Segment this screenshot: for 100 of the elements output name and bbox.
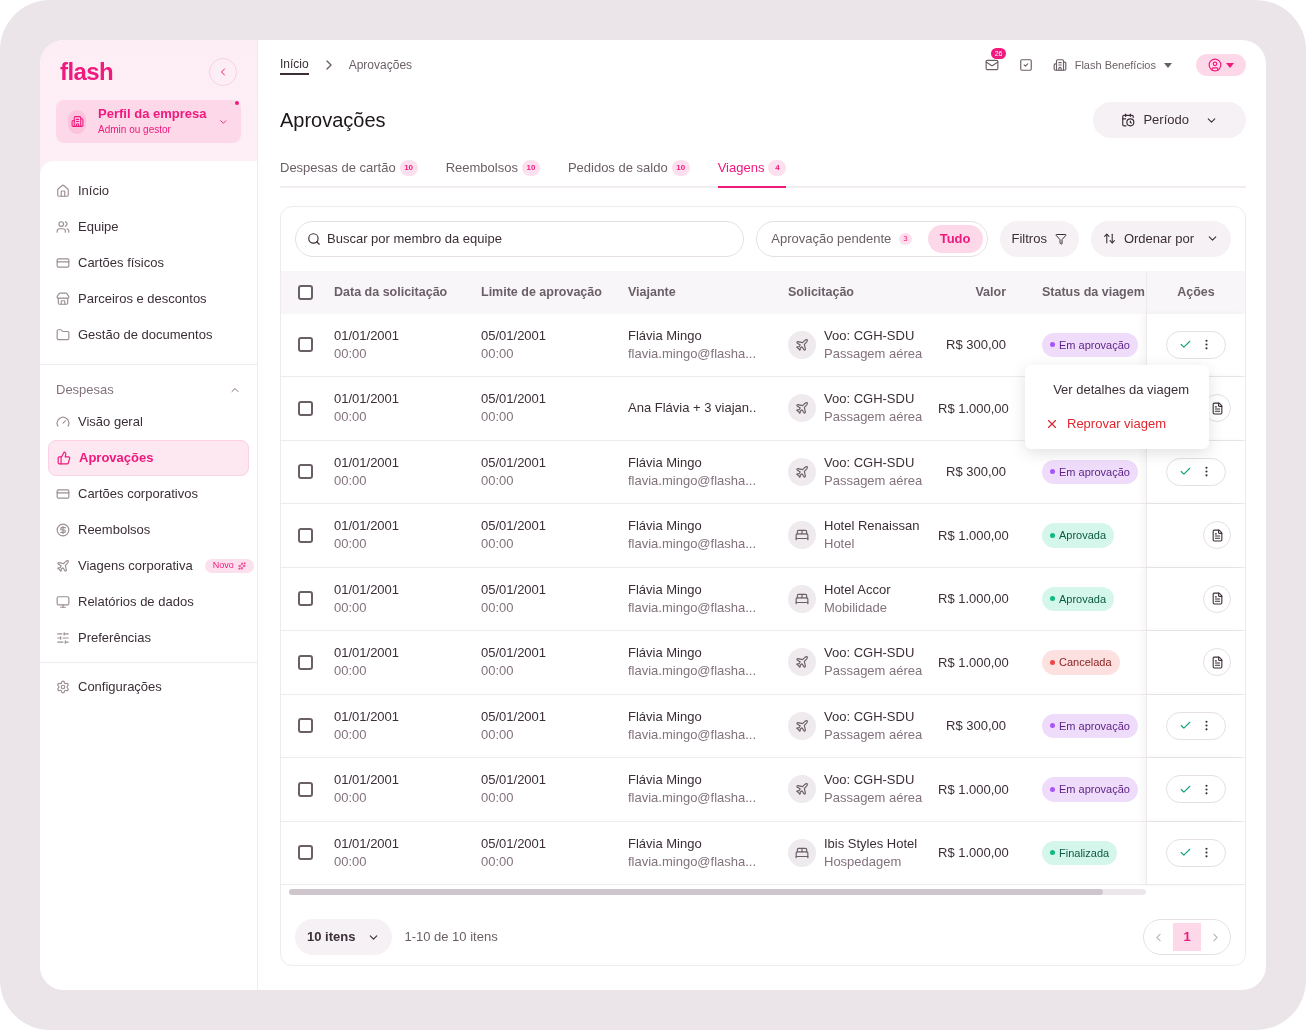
traveler-email: flavia.mingo@flasha...	[628, 725, 758, 744]
tab[interactable]: Pedidos de saldo 10	[567, 158, 690, 188]
limit-time: 00:00	[481, 344, 515, 363]
row-checkbox[interactable]	[298, 527, 313, 543]
limit-time: 00:00	[481, 471, 515, 490]
request-time: 00:00	[334, 725, 368, 744]
request-time: 00:00	[334, 598, 368, 617]
segment-option[interactable]: Aprovação pendente 3	[771, 224, 920, 253]
nav-item[interactable]: Relatórios de dados	[48, 584, 249, 620]
nav-item[interactable]: Cartões corporativos	[48, 476, 249, 512]
traveler-name: Ana Flávia + 3 viajan..	[628, 399, 758, 418]
traveler-email: flavia.mingo@flasha...	[628, 852, 758, 871]
nav-item[interactable]: Parceiros e descontos	[48, 281, 249, 317]
caret-icon	[1226, 62, 1234, 68]
calendar-icon	[1121, 113, 1136, 127]
menu-item[interactable]: Reprovar viagem	[1025, 406, 1209, 441]
traveler-name: Flávia Mingo	[628, 453, 703, 472]
user-menu-button[interactable]	[1196, 54, 1246, 76]
nav-item[interactable]: Gestão de documentos	[48, 317, 249, 353]
status-badge: Em aprovação	[1042, 459, 1138, 484]
status-badge: Cancelada	[1042, 650, 1120, 675]
request-date: 01/01/2001	[334, 834, 401, 853]
request-title: Hotel Renaissan	[824, 517, 920, 536]
limit-time: 00:00	[481, 852, 515, 871]
request-time: 00:00	[334, 535, 368, 554]
plane-icon	[788, 711, 816, 740]
traveler-email: flavia.mingo@flasha...	[628, 535, 758, 554]
tab[interactable]: Reembolsos 10	[445, 158, 540, 188]
tab[interactable]: Despesas de cartão 10	[280, 158, 418, 188]
row-checkbox[interactable]	[298, 464, 313, 480]
user-icon	[1208, 58, 1222, 72]
plane-icon	[788, 457, 816, 486]
request-type: Hotel	[824, 535, 856, 554]
bed-icon	[788, 521, 816, 550]
request-date: 01/01/2001	[334, 644, 401, 663]
request-title: Voo: CGH-SDU	[824, 707, 916, 726]
trip-value: R$ 1.000,00	[938, 654, 1009, 670]
row-checkbox[interactable]	[298, 781, 313, 797]
request-date: 01/01/2001	[334, 326, 401, 345]
trip-value: R$ 300,00	[946, 718, 1006, 733]
filters-button[interactable]: Filtros	[999, 220, 1079, 257]
row-checkbox[interactable]	[298, 337, 313, 353]
search-field[interactable]: Buscar por membro da equipe	[295, 220, 745, 257]
request-time: 00:00	[334, 789, 368, 808]
nav-item[interactable]: Aprovações	[48, 440, 249, 476]
thumbs-up-icon	[57, 451, 71, 465]
card-icon	[56, 487, 70, 501]
status-badge: Aprovada	[1042, 586, 1115, 611]
bed-icon	[788, 584, 816, 613]
status-badge: Em aprovação	[1042, 713, 1138, 738]
section-header[interactable]: Despesas	[40, 376, 257, 404]
tab[interactable]: Viagens 4	[717, 158, 787, 188]
request-title: Voo: CGH-SDU	[824, 390, 916, 409]
nav-item[interactable]: Reembolsos	[48, 512, 249, 548]
request-type: Passagem aérea	[824, 662, 923, 681]
trip-value: R$ 300,00	[946, 337, 1006, 352]
breadcrumb-current: Aprovações	[348, 57, 413, 74]
traveler-email: flavia.mingo@flasha...	[628, 344, 758, 363]
horizontal-scrollbar[interactable]	[289, 889, 1146, 895]
nav-item[interactable]: Início	[48, 173, 249, 209]
row-checkbox[interactable]	[298, 718, 313, 734]
limit-time: 00:00	[481, 408, 515, 427]
brand-logo: flash	[60, 57, 114, 87]
nav-item[interactable]: Equipe	[48, 209, 249, 245]
row-checkbox[interactable]	[298, 591, 313, 607]
select-all-checkbox[interactable]	[298, 284, 313, 300]
nav-item[interactable]: Configurações	[48, 669, 249, 705]
nav-item[interactable]: Preferências	[48, 620, 249, 656]
status-badge: Aprovada	[1042, 523, 1115, 548]
settings-icon	[56, 680, 70, 694]
limit-date: 05/01/2001	[481, 517, 548, 536]
company-selector[interactable]: Flash Benefícios	[1052, 56, 1172, 74]
nav-item[interactable]: Cartões físicos	[48, 245, 249, 281]
sort-button[interactable]: Ordenar por	[1090, 220, 1231, 257]
limit-date: 05/01/2001	[481, 326, 548, 345]
page-size-select[interactable]: 10 itens	[295, 919, 393, 955]
request-type: Passagem aérea	[824, 725, 923, 744]
breadcrumb-link[interactable]: Início	[280, 55, 309, 75]
traveler-email: flavia.mingo@flasha...	[628, 598, 758, 617]
period-button[interactable]: Período	[1093, 102, 1246, 138]
range-label: 1-10 de 10 itens	[404, 928, 498, 947]
row-checkbox[interactable]	[298, 845, 313, 861]
plane-icon	[788, 648, 816, 677]
document-icon	[1210, 592, 1224, 606]
card-icon	[56, 256, 70, 270]
request-date: 01/01/2001	[334, 517, 401, 536]
menu-item[interactable]: Ver detalhes da viagem	[1025, 372, 1209, 407]
row-checkbox[interactable]	[298, 400, 313, 416]
mail-icon[interactable]	[984, 58, 999, 72]
nav-item[interactable]: Visão geral	[48, 404, 249, 440]
request-title: Voo: CGH-SDU	[824, 326, 916, 345]
home-icon	[56, 184, 70, 198]
row-checkbox[interactable]	[298, 654, 313, 670]
new-badge: Novo	[204, 559, 254, 573]
limit-date: 05/01/2001	[481, 390, 548, 409]
tasks-icon[interactable]	[1018, 58, 1033, 72]
dollar-icon	[56, 523, 70, 537]
request-date: 01/01/2001	[334, 580, 401, 599]
column-header: Ações	[1177, 283, 1215, 301]
request-date: 01/01/2001	[334, 453, 401, 472]
